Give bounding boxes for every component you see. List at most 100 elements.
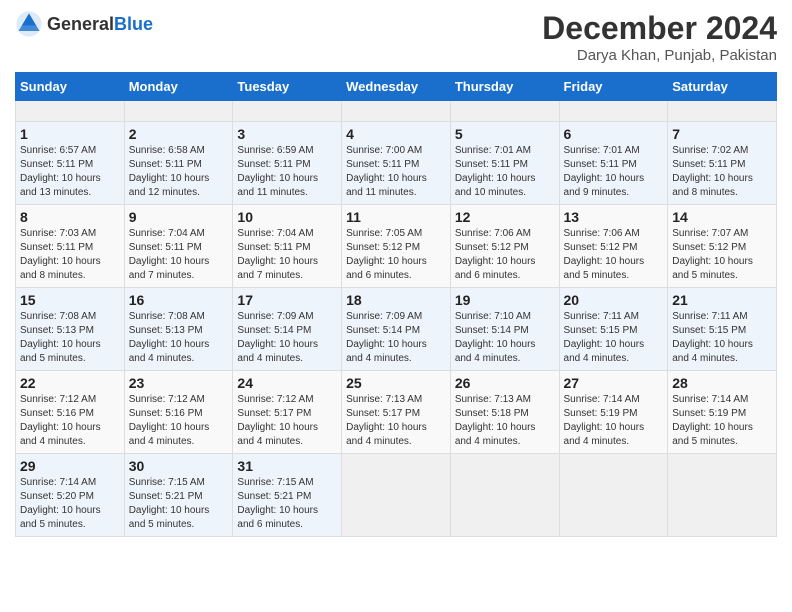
table-row: 13 Sunrise: 7:06 AM Sunset: 5:12 PM Dayl… (559, 205, 668, 288)
day-number: 17 (237, 292, 337, 308)
day-info: Sunrise: 7:10 AM Sunset: 5:14 PM Dayligh… (455, 310, 555, 366)
day-number: 23 (129, 375, 229, 391)
table-row: 22 Sunrise: 7:12 AM Sunset: 5:16 PM Dayl… (16, 371, 125, 454)
day-info: Sunrise: 6:59 AM Sunset: 5:11 PM Dayligh… (237, 144, 337, 200)
day-info: Sunrise: 7:14 AM Sunset: 5:20 PM Dayligh… (20, 476, 120, 532)
table-row: 20 Sunrise: 7:11 AM Sunset: 5:15 PM Dayl… (559, 288, 668, 371)
day-number: 11 (346, 209, 446, 225)
table-row: 24 Sunrise: 7:12 AM Sunset: 5:17 PM Dayl… (233, 371, 342, 454)
table-row: 27 Sunrise: 7:14 AM Sunset: 5:19 PM Dayl… (559, 371, 668, 454)
day-info: Sunrise: 7:11 AM Sunset: 5:15 PM Dayligh… (672, 310, 772, 366)
logo-general-text: General (47, 14, 114, 34)
table-row: 31 Sunrise: 7:15 AM Sunset: 5:21 PM Dayl… (233, 454, 342, 537)
calendar-week-row: 15 Sunrise: 7:08 AM Sunset: 5:13 PM Dayl… (16, 288, 777, 371)
day-info: Sunrise: 7:13 AM Sunset: 5:17 PM Dayligh… (346, 393, 446, 449)
day-number: 30 (129, 458, 229, 474)
day-number: 14 (672, 209, 772, 225)
header: GeneralBlue December 2024 Darya Khan, Pu… (15, 10, 777, 64)
calendar-week-row: 22 Sunrise: 7:12 AM Sunset: 5:16 PM Dayl… (16, 371, 777, 454)
day-number: 28 (672, 375, 772, 391)
day-info: Sunrise: 7:09 AM Sunset: 5:14 PM Dayligh… (346, 310, 446, 366)
day-info: Sunrise: 7:13 AM Sunset: 5:18 PM Dayligh… (455, 393, 555, 449)
day-number: 20 (564, 292, 664, 308)
table-row: 28 Sunrise: 7:14 AM Sunset: 5:19 PM Dayl… (668, 371, 777, 454)
day-info: Sunrise: 6:58 AM Sunset: 5:11 PM Dayligh… (129, 144, 229, 200)
day-info: Sunrise: 7:14 AM Sunset: 5:19 PM Dayligh… (564, 393, 664, 449)
day-info: Sunrise: 7:06 AM Sunset: 5:12 PM Dayligh… (564, 227, 664, 283)
day-info: Sunrise: 7:06 AM Sunset: 5:12 PM Dayligh… (455, 227, 555, 283)
title-area: December 2024 Darya Khan, Punjab, Pakist… (542, 10, 777, 64)
table-row: 29 Sunrise: 7:14 AM Sunset: 5:20 PM Dayl… (16, 454, 125, 537)
location-title: Darya Khan, Punjab, Pakistan (542, 47, 777, 64)
table-row: 10 Sunrise: 7:04 AM Sunset: 5:11 PM Dayl… (233, 205, 342, 288)
col-monday: Monday (124, 73, 233, 101)
table-row (450, 101, 559, 122)
day-number: 31 (237, 458, 337, 474)
table-row: 3 Sunrise: 6:59 AM Sunset: 5:11 PM Dayli… (233, 122, 342, 205)
day-number: 19 (455, 292, 555, 308)
day-info: Sunrise: 7:01 AM Sunset: 5:11 PM Dayligh… (564, 144, 664, 200)
day-info: Sunrise: 7:02 AM Sunset: 5:11 PM Dayligh… (672, 144, 772, 200)
day-info: Sunrise: 7:12 AM Sunset: 5:16 PM Dayligh… (20, 393, 120, 449)
day-number: 26 (455, 375, 555, 391)
calendar-week-row: 8 Sunrise: 7:03 AM Sunset: 5:11 PM Dayli… (16, 205, 777, 288)
day-info: Sunrise: 7:15 AM Sunset: 5:21 PM Dayligh… (237, 476, 337, 532)
day-info: Sunrise: 7:03 AM Sunset: 5:11 PM Dayligh… (20, 227, 120, 283)
table-row (450, 454, 559, 537)
day-number: 13 (564, 209, 664, 225)
day-info: Sunrise: 7:04 AM Sunset: 5:11 PM Dayligh… (237, 227, 337, 283)
table-row (559, 101, 668, 122)
table-row (233, 101, 342, 122)
day-number: 24 (237, 375, 337, 391)
day-info: Sunrise: 7:11 AM Sunset: 5:15 PM Dayligh… (564, 310, 664, 366)
table-row: 11 Sunrise: 7:05 AM Sunset: 5:12 PM Dayl… (342, 205, 451, 288)
day-info: Sunrise: 7:09 AM Sunset: 5:14 PM Dayligh… (237, 310, 337, 366)
table-row (668, 454, 777, 537)
table-row: 25 Sunrise: 7:13 AM Sunset: 5:17 PM Dayl… (342, 371, 451, 454)
table-row: 30 Sunrise: 7:15 AM Sunset: 5:21 PM Dayl… (124, 454, 233, 537)
table-row: 18 Sunrise: 7:09 AM Sunset: 5:14 PM Dayl… (342, 288, 451, 371)
day-number: 22 (20, 375, 120, 391)
table-row (559, 454, 668, 537)
day-number: 15 (20, 292, 120, 308)
day-number: 7 (672, 126, 772, 142)
calendar-table: Sunday Monday Tuesday Wednesday Thursday… (15, 72, 777, 537)
day-number: 4 (346, 126, 446, 142)
day-number: 12 (455, 209, 555, 225)
table-row (342, 454, 451, 537)
table-row (124, 101, 233, 122)
table-row: 14 Sunrise: 7:07 AM Sunset: 5:12 PM Dayl… (668, 205, 777, 288)
table-row: 12 Sunrise: 7:06 AM Sunset: 5:12 PM Dayl… (450, 205, 559, 288)
day-info: Sunrise: 7:07 AM Sunset: 5:12 PM Dayligh… (672, 227, 772, 283)
day-info: Sunrise: 7:08 AM Sunset: 5:13 PM Dayligh… (20, 310, 120, 366)
month-title: December 2024 (542, 10, 777, 47)
table-row: 17 Sunrise: 7:09 AM Sunset: 5:14 PM Dayl… (233, 288, 342, 371)
calendar-week-row (16, 101, 777, 122)
table-row: 7 Sunrise: 7:02 AM Sunset: 5:11 PM Dayli… (668, 122, 777, 205)
day-info: Sunrise: 7:12 AM Sunset: 5:16 PM Dayligh… (129, 393, 229, 449)
day-info: Sunrise: 7:04 AM Sunset: 5:11 PM Dayligh… (129, 227, 229, 283)
table-row: 26 Sunrise: 7:13 AM Sunset: 5:18 PM Dayl… (450, 371, 559, 454)
day-info: Sunrise: 7:14 AM Sunset: 5:19 PM Dayligh… (672, 393, 772, 449)
day-number: 25 (346, 375, 446, 391)
table-row: 6 Sunrise: 7:01 AM Sunset: 5:11 PM Dayli… (559, 122, 668, 205)
table-row: 5 Sunrise: 7:01 AM Sunset: 5:11 PM Dayli… (450, 122, 559, 205)
table-row: 2 Sunrise: 6:58 AM Sunset: 5:11 PM Dayli… (124, 122, 233, 205)
col-thursday: Thursday (450, 73, 559, 101)
day-number: 27 (564, 375, 664, 391)
day-number: 8 (20, 209, 120, 225)
calendar-week-row: 29 Sunrise: 7:14 AM Sunset: 5:20 PM Dayl… (16, 454, 777, 537)
logo-blue-text: Blue (114, 14, 153, 34)
col-sunday: Sunday (16, 73, 125, 101)
calendar-container: GeneralBlue December 2024 Darya Khan, Pu… (0, 0, 792, 547)
day-info: Sunrise: 7:15 AM Sunset: 5:21 PM Dayligh… (129, 476, 229, 532)
day-info: Sunrise: 7:01 AM Sunset: 5:11 PM Dayligh… (455, 144, 555, 200)
day-number: 21 (672, 292, 772, 308)
col-tuesday: Tuesday (233, 73, 342, 101)
day-number: 18 (346, 292, 446, 308)
table-row: 1 Sunrise: 6:57 AM Sunset: 5:11 PM Dayli… (16, 122, 125, 205)
table-row: 8 Sunrise: 7:03 AM Sunset: 5:11 PM Dayli… (16, 205, 125, 288)
day-info: Sunrise: 7:12 AM Sunset: 5:17 PM Dayligh… (237, 393, 337, 449)
logo-icon (15, 10, 43, 38)
table-row (342, 101, 451, 122)
